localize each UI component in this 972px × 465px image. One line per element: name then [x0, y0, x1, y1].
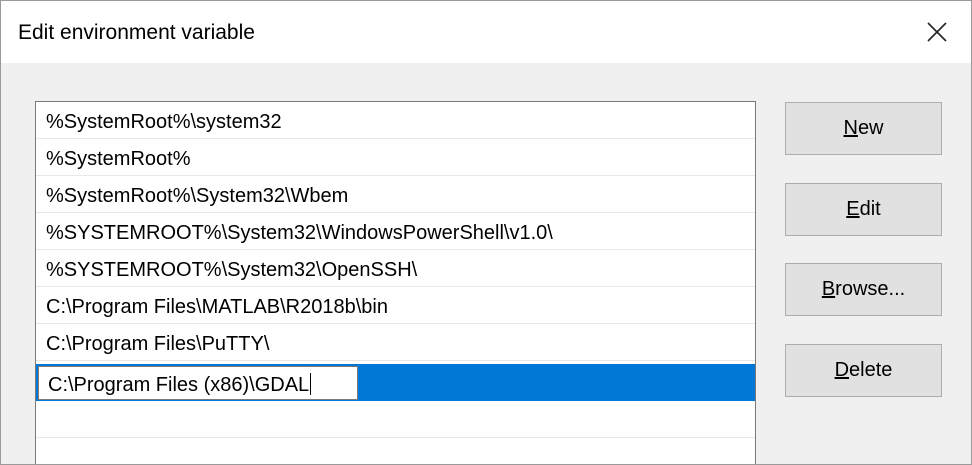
close-icon	[927, 22, 947, 42]
list-item[interactable]: %SYSTEMROOT%\System32\WindowsPowerShell\…	[36, 213, 755, 250]
text-caret	[310, 373, 312, 395]
title-bar: Edit environment variable	[1, 1, 971, 63]
inline-edit-field[interactable]: C:\Program Files (x86)\GDAL	[38, 366, 358, 400]
delete-button-label: elete	[849, 359, 893, 381]
browse-button-accesskey: B	[821, 278, 836, 300]
list-item-text: %SystemRoot%\System32\Wbem	[46, 185, 349, 207]
delete-button-accesskey: D	[834, 359, 850, 381]
edit-button[interactable]: Edit	[785, 183, 942, 236]
browse-button[interactable]: Browse...	[785, 263, 942, 316]
list-item[interactable]: %SystemRoot%\system32	[36, 102, 755, 139]
list-item[interactable]: C:\Program Files\PuTTY\	[36, 324, 755, 361]
list-item-text: %SystemRoot%\system32	[46, 111, 282, 133]
list-item[interactable]: %SystemRoot%\System32\Wbem	[36, 176, 755, 213]
browse-button-label: rowse...	[835, 278, 906, 300]
edit-button-label: dit	[859, 198, 881, 220]
list-item-text: C:\Program Files\PuTTY\	[46, 333, 270, 355]
list-item-selected[interactable]: C:\Program Files (x86)\GDAL	[36, 364, 755, 401]
list-item-text: %SYSTEMROOT%\System32\WindowsPowerShell\…	[46, 222, 553, 244]
list-item[interactable]: C:\Program Files\MATLAB\R2018b\bin	[36, 287, 755, 324]
list-item[interactable]: %SYSTEMROOT%\System32\OpenSSH\	[36, 250, 755, 287]
new-button[interactable]: New	[785, 102, 942, 155]
new-button-label: ew	[857, 117, 884, 139]
new-button-accesskey: N	[843, 117, 858, 139]
close-button[interactable]	[903, 1, 971, 63]
list-item[interactable]: %SystemRoot%	[36, 139, 755, 176]
list-item-text: %SystemRoot%	[46, 148, 191, 170]
edit-button-accesskey: E	[846, 198, 860, 220]
inline-edit-text: C:\Program Files (x86)\GDAL	[48, 374, 310, 396]
edit-environment-variable-dialog: Edit environment variable %SystemRoot%\s…	[0, 0, 972, 465]
list-item-empty[interactable]	[36, 401, 755, 438]
delete-button[interactable]: Delete	[785, 344, 942, 397]
list-item-text: C:\Program Files\MATLAB\R2018b\bin	[46, 296, 388, 318]
list-item-text: %SYSTEMROOT%\System32\OpenSSH\	[46, 259, 418, 281]
inline-edit-value: C:\Program Files (x86)\GDAL	[48, 373, 312, 397]
path-entries-list[interactable]: %SystemRoot%\system32 %SystemRoot% %Syst…	[35, 101, 756, 464]
dialog-title: Edit environment variable	[18, 21, 255, 44]
